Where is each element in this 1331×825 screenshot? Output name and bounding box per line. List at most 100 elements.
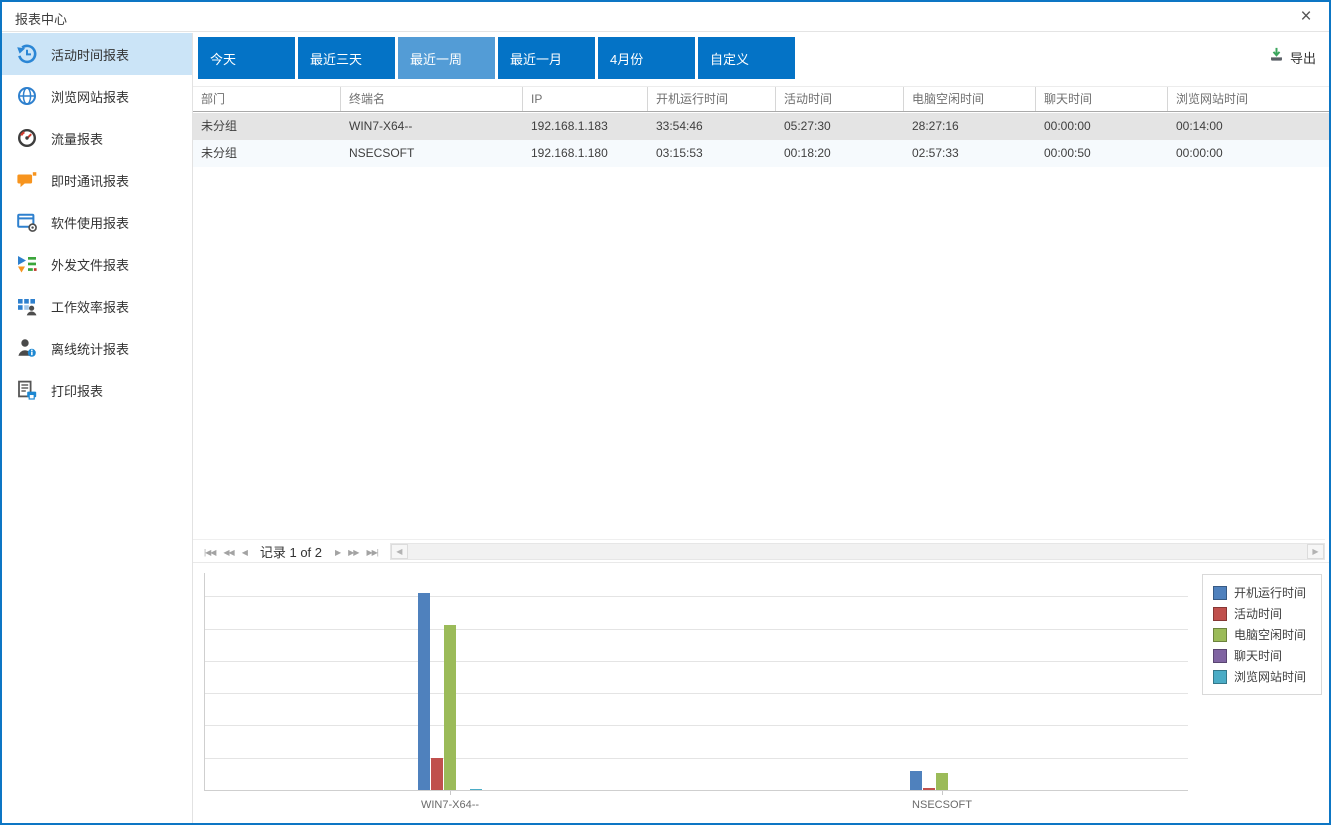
table-cell: 未分组 — [193, 140, 341, 167]
sidebar-item-3[interactable]: 即时通讯报表 — [2, 159, 192, 201]
legend-swatch — [1213, 586, 1227, 600]
fast-prev-button[interactable]: ◀◀ — [219, 548, 237, 557]
column-header[interactable]: 聊天时间 — [1036, 87, 1168, 111]
sidebar-item-5[interactable]: 外发文件报表 — [2, 243, 192, 285]
scroll-left-icon[interactable]: ◀ — [391, 544, 408, 559]
sidebar-item-label: 浏览网站报表 — [51, 87, 129, 106]
table-cell: 00:00:50 — [1036, 140, 1168, 167]
last-page-button[interactable]: ▶▶| — [362, 548, 381, 557]
bar-WIN7-X64---电脑空闲时间 — [444, 625, 456, 790]
legend-label: 聊天时间 — [1234, 647, 1282, 664]
sidebar-item-1[interactable]: 浏览网站报表 — [2, 75, 192, 117]
horizontal-scrollbar[interactable]: ◀ ▶ — [390, 543, 1325, 560]
sidebar-item-label: 工作效率报表 — [51, 297, 129, 316]
legend-swatch — [1213, 607, 1227, 621]
legend-item: 聊天时间 — [1213, 647, 1311, 664]
bar-NSECSOFT-电脑空闲时间 — [936, 773, 948, 790]
table-row[interactable]: 未分组WIN7-X64--192.168.1.18333:54:4605:27:… — [193, 113, 1329, 140]
table-row[interactable]: 未分组NSECSOFT192.168.1.18003:15:5300:18:20… — [193, 140, 1329, 167]
table-cell: 02:57:33 — [904, 140, 1036, 167]
table-cell: WIN7-X64-- — [341, 113, 523, 140]
sidebar-item-8[interactable]: 打印报表 — [2, 369, 192, 411]
tab-0[interactable]: 今天 — [198, 37, 295, 79]
record-count-text: 记录 1 of 2 — [260, 542, 322, 561]
table-cell: 28:27:16 — [904, 113, 1036, 140]
tab-1[interactable]: 最近三天 — [298, 37, 395, 79]
next-page-button[interactable]: ▶ — [331, 548, 344, 557]
history-clock-icon — [15, 43, 39, 65]
export-label: 导出 — [1290, 48, 1316, 67]
tab-2[interactable]: 最近一周 — [398, 37, 495, 79]
title-bar: 报表中心 × — [2, 2, 1329, 32]
legend-label: 浏览网站时间 — [1234, 668, 1306, 685]
bar-NSECSOFT-开机运行时间 — [910, 771, 922, 790]
tab-3[interactable]: 最近一月 — [498, 37, 595, 79]
sidebar-item-7[interactable]: 离线统计报表 — [2, 327, 192, 369]
tab-5[interactable]: 自定义 — [698, 37, 795, 79]
chart-gridline — [204, 661, 1188, 662]
fast-next-button[interactable]: ▶▶ — [344, 548, 362, 557]
legend-swatch — [1213, 670, 1227, 684]
scroll-right-icon[interactable]: ▶ — [1307, 544, 1324, 559]
x-axis-label: WIN7-X64-- — [380, 799, 520, 811]
sidebar-item-2[interactable]: 流量报表 — [2, 117, 192, 159]
bar-WIN7-X64---开机运行时间 — [418, 593, 430, 790]
column-header[interactable]: 部门 — [193, 87, 341, 111]
table-cell: 03:15:53 — [648, 140, 776, 167]
report-center-window: 报表中心 × 活动时间报表浏览网站报表流量报表即时通讯报表软件使用报表外发文件报… — [0, 0, 1331, 825]
legend-item: 开机运行时间 — [1213, 584, 1311, 601]
print-report-icon — [15, 379, 39, 401]
offline-person-icon — [15, 337, 39, 359]
globe-icon — [15, 85, 39, 107]
efficiency-grid-icon — [15, 295, 39, 317]
legend-item: 电脑空闲时间 — [1213, 626, 1311, 643]
column-header[interactable]: 活动时间 — [776, 87, 904, 111]
sidebar-item-label: 打印报表 — [51, 381, 103, 400]
legend-label: 电脑空闲时间 — [1234, 626, 1306, 643]
bar-NSECSOFT-活动时间 — [923, 788, 935, 790]
bar-WIN7-X64---浏览网站时间 — [470, 789, 482, 790]
export-button[interactable]: 导出 — [1268, 46, 1316, 68]
software-window-icon — [15, 211, 39, 233]
export-download-icon — [1268, 46, 1285, 68]
date-range-tabstrip: 今天最近三天最近一周最近一月4月份自定义 — [198, 37, 798, 79]
x-axis-label: NSECSOFT — [872, 799, 1012, 811]
first-page-button[interactable]: |◀◀ — [200, 548, 219, 557]
x-axis-tick — [942, 791, 943, 795]
column-header[interactable]: 终端名 — [341, 87, 523, 111]
sidebar-item-4[interactable]: 软件使用报表 — [2, 201, 192, 243]
table-cell: 192.168.1.183 — [523, 113, 648, 140]
window-title: 报表中心 — [15, 9, 67, 28]
tab-4[interactable]: 4月份 — [598, 37, 695, 79]
pagination-bar: |◀◀◀◀◀ 记录 1 of 2 ▶▶▶▶▶| ◀ ▶ — [193, 539, 1325, 562]
legend-swatch — [1213, 649, 1227, 663]
sidebar-item-0[interactable]: 活动时间报表 — [2, 33, 192, 75]
legend-swatch — [1213, 628, 1227, 642]
sidebar-item-6[interactable]: 工作效率报表 — [2, 285, 192, 327]
close-icon[interactable]: × — [1293, 4, 1319, 30]
prev-page-button[interactable]: ◀ — [238, 548, 251, 557]
column-header[interactable]: 浏览网站时间 — [1168, 87, 1329, 111]
sidebar-item-label: 流量报表 — [51, 129, 103, 148]
chart-gridline — [204, 596, 1188, 597]
column-header[interactable]: IP — [523, 87, 648, 111]
chart-gridline — [204, 629, 1188, 630]
outgoing-file-icon — [15, 253, 39, 275]
table-cell: 未分组 — [193, 113, 341, 140]
sidebar-item-label: 离线统计报表 — [51, 339, 129, 358]
legend-label: 活动时间 — [1234, 605, 1282, 622]
table-cell: 00:14:00 — [1168, 113, 1329, 140]
column-header[interactable]: 电脑空闲时间 — [904, 87, 1036, 111]
chart-gridline — [204, 725, 1188, 726]
column-header[interactable]: 开机运行时间 — [648, 87, 776, 111]
sidebar-item-label: 软件使用报表 — [51, 213, 129, 232]
sidebar: 活动时间报表浏览网站报表流量报表即时通讯报表软件使用报表外发文件报表工作效率报表… — [2, 33, 193, 823]
x-axis-tick — [450, 791, 451, 795]
legend-item: 浏览网站时间 — [1213, 668, 1311, 685]
chart-gridline — [204, 758, 1188, 759]
table-cell: 192.168.1.180 — [523, 140, 648, 167]
table-cell: 05:27:30 — [776, 113, 904, 140]
sidebar-item-label: 即时通讯报表 — [51, 171, 129, 190]
chart-legend: 开机运行时间活动时间电脑空闲时间聊天时间浏览网站时间 — [1202, 574, 1322, 695]
table-header: 部门终端名IP开机运行时间活动时间电脑空闲时间聊天时间浏览网站时间 — [193, 86, 1329, 112]
